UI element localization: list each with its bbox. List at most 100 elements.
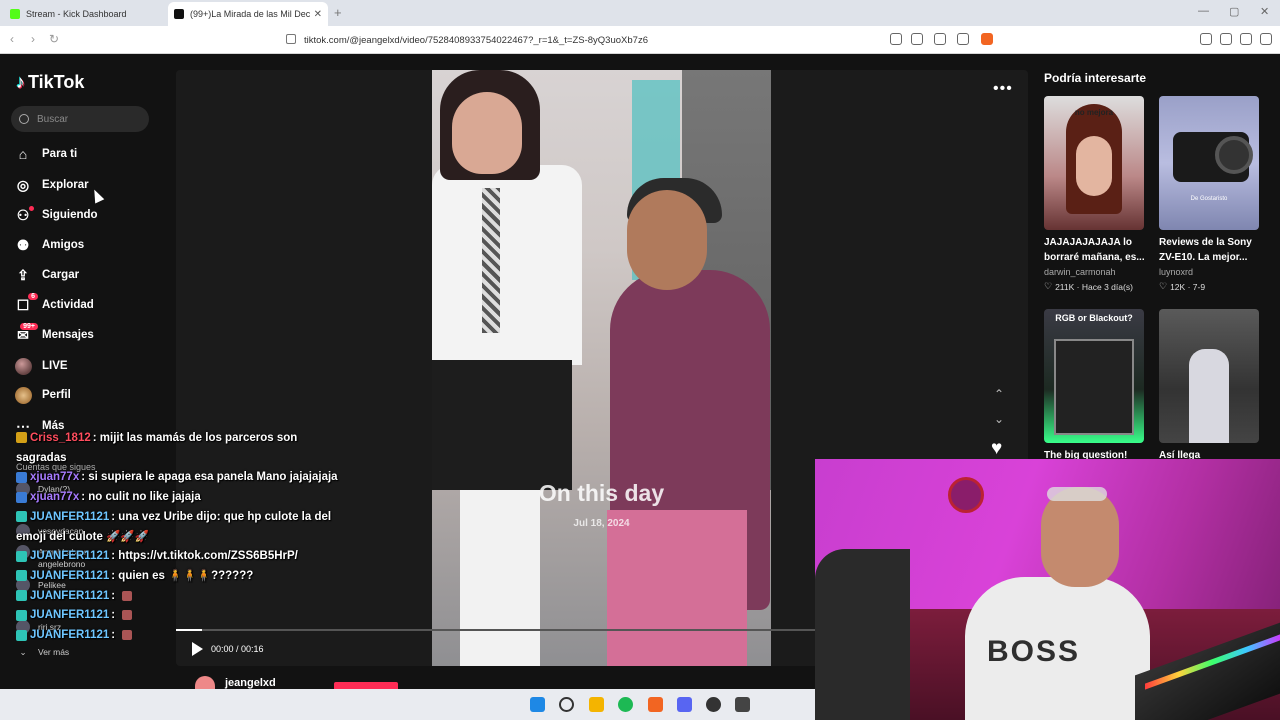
tiktok-logo[interactable]: ♪ TikTok bbox=[16, 72, 84, 93]
video-figure bbox=[432, 360, 572, 490]
compass-icon: ◎ bbox=[16, 176, 30, 193]
chat-text: quien es 🧍🧍🧍?????? bbox=[118, 569, 254, 582]
brave-shield-icon[interactable] bbox=[981, 33, 993, 45]
minimize-icon[interactable]: — bbox=[1198, 5, 1209, 17]
chat-text: no culit no like jajaja bbox=[88, 491, 201, 504]
video-thumbnail: De Gostaristo bbox=[1159, 96, 1259, 230]
browser-tab-bar: Stream - Kick Dashboard (99+)La Mirada d… bbox=[0, 0, 1280, 26]
nav-actividad[interactable]: ☐ 6 Actividad bbox=[14, 293, 94, 317]
spotify-icon[interactable] bbox=[618, 697, 633, 712]
previous-video-icon[interactable]: ⌃ bbox=[994, 387, 1004, 401]
friends-icon: ⚉ bbox=[16, 236, 30, 253]
shirt-text: BOSS bbox=[987, 635, 1081, 668]
chat-text: https://vt.tiktok.com/ZSS6B5HrP/ bbox=[118, 550, 298, 563]
chat-username: JUANFER1121 bbox=[30, 510, 110, 523]
thumbnail-figure bbox=[1215, 136, 1253, 174]
chat-message: JUANFER1121: bbox=[16, 606, 346, 626]
tiktok-logo-icon: ♪ bbox=[16, 72, 25, 92]
chat-badge-icon bbox=[16, 609, 27, 621]
chat-message: JUANFER1121: quien es 🧍🧍🧍?????? bbox=[16, 567, 346, 587]
search-box[interactable] bbox=[11, 106, 149, 132]
vpn-icon[interactable] bbox=[1240, 33, 1252, 45]
tab-kick-dashboard[interactable]: Stream - Kick Dashboard bbox=[4, 2, 166, 26]
sidebar-icon[interactable] bbox=[1220, 33, 1232, 45]
video-creator[interactable]: jeangelxd bbox=[195, 676, 276, 690]
kick-favicon-icon bbox=[10, 9, 20, 19]
more-options-icon[interactable]: ••• bbox=[993, 80, 1013, 98]
site-info-icon[interactable] bbox=[286, 34, 296, 44]
brave-browser-icon[interactable] bbox=[648, 697, 663, 712]
video-figure bbox=[627, 190, 707, 290]
nav-siguiendo[interactable]: ⚇ Siguiendo bbox=[14, 203, 98, 227]
menu-icon[interactable] bbox=[1260, 33, 1272, 45]
discord-icon[interactable] bbox=[677, 697, 692, 712]
chat-username: xjuan77x bbox=[30, 491, 80, 504]
nav-para-ti[interactable]: ⌂ Para ti bbox=[14, 142, 77, 166]
video-thumbnail bbox=[1159, 309, 1259, 443]
next-video-icon[interactable]: ⌄ bbox=[994, 412, 1004, 426]
tab-tiktok-video[interactable]: (99+)La Mirada de las Mil Decep ✕ bbox=[168, 2, 328, 26]
search-icon bbox=[19, 114, 29, 124]
stream-chat-overlay: Criss_1812: mijit las mamás de los parce… bbox=[16, 429, 346, 646]
live-avatar bbox=[14, 357, 32, 375]
reload-icon[interactable]: ↻ bbox=[49, 32, 59, 46]
obs-icon[interactable] bbox=[706, 697, 721, 712]
tiktok-favicon-icon bbox=[174, 9, 184, 19]
share-icon[interactable] bbox=[957, 33, 969, 45]
heart-icon: ♡ bbox=[1159, 281, 1168, 291]
search-input[interactable] bbox=[37, 113, 137, 125]
maximize-icon[interactable]: ▢ bbox=[1229, 5, 1239, 18]
back-icon[interactable]: ‹ bbox=[10, 32, 14, 46]
profile-avatar bbox=[14, 386, 32, 404]
nav-perfil[interactable]: Perfil bbox=[14, 383, 71, 407]
notification-dot bbox=[29, 206, 34, 211]
streamer-webcam: BOSS bbox=[815, 459, 1280, 720]
windows-start-icon[interactable] bbox=[530, 697, 545, 712]
video-overlay-title: On this day bbox=[538, 480, 665, 506]
recommended-video-card[interactable]: no mejora JAJAJAJAJAJA lo borraré mañana… bbox=[1044, 96, 1145, 292]
translate-icon[interactable] bbox=[934, 33, 946, 45]
recommended-video-card[interactable]: Así llega bbox=[1159, 309, 1260, 463]
file-explorer-icon[interactable] bbox=[589, 697, 604, 712]
webcam-motorcycle bbox=[815, 549, 910, 720]
nav-amigos[interactable]: ⚉ Amigos bbox=[14, 233, 84, 257]
close-tab-icon[interactable]: ✕ bbox=[314, 9, 322, 20]
cast-icon[interactable] bbox=[911, 33, 923, 45]
extension-icon[interactable] bbox=[890, 33, 902, 45]
video-player[interactable]: On this day Jul 18, 2024 bbox=[432, 70, 771, 666]
activity-icon: ☐ 6 bbox=[14, 293, 38, 314]
forward-icon[interactable]: › bbox=[31, 32, 35, 46]
chat-badge-icon bbox=[16, 471, 27, 483]
tab-title: Stream - Kick Dashboard bbox=[26, 9, 127, 19]
card-caption: JAJAJAJAJAJA lo borraré mañana, es... bbox=[1044, 237, 1145, 263]
chat-badge-icon bbox=[16, 629, 27, 641]
app-icon[interactable] bbox=[735, 697, 750, 712]
address-bar: ‹ › ↻ tiktok.com/@jeangelxd/video/752840… bbox=[0, 26, 1280, 54]
see-more-link[interactable]: ⌄ Ver más bbox=[16, 645, 69, 659]
nav-explorar[interactable]: ◎ Explorar bbox=[14, 173, 89, 197]
upload-icon: ⇪ bbox=[17, 266, 29, 283]
thumbnail-text: no mejora bbox=[1074, 108, 1114, 117]
like-heart-icon[interactable]: ♥ bbox=[991, 438, 1002, 460]
chat-message: xjuan77x: si supiera le apaga esa panela… bbox=[16, 468, 346, 488]
nav-cargar[interactable]: ⇪ Cargar bbox=[14, 263, 79, 287]
new-tab-icon[interactable]: + bbox=[334, 5, 342, 20]
window-close-icon[interactable]: ✕ bbox=[1260, 5, 1269, 18]
extensions-puzzle-icon[interactable] bbox=[1200, 33, 1212, 45]
profile-icon bbox=[14, 386, 32, 404]
chat-badge-icon bbox=[16, 511, 27, 523]
card-author: darwin_carmonah bbox=[1044, 267, 1116, 277]
chat-badge-icon bbox=[16, 432, 27, 444]
recommended-video-card[interactable]: De Gostaristo Reviews de la Sony ZV-E10.… bbox=[1159, 96, 1260, 292]
video-thumbnail: RGB or Blackout? bbox=[1044, 309, 1144, 443]
recommended-video-card[interactable]: RGB or Blackout? The big question! bbox=[1044, 309, 1145, 463]
video-figure bbox=[460, 490, 540, 666]
avatar bbox=[195, 676, 215, 690]
card-meta: ♡ 12K · 7-9 bbox=[1159, 281, 1206, 292]
activity-badge: 6 bbox=[28, 293, 38, 300]
nav-live[interactable]: LIVE bbox=[14, 354, 68, 378]
nav-mensajes[interactable]: ✉ 99+ Mensajes bbox=[14, 323, 94, 347]
search-icon[interactable] bbox=[559, 697, 574, 712]
windows-taskbar bbox=[0, 689, 815, 720]
chat-username: JUANFER1121 bbox=[30, 550, 110, 563]
